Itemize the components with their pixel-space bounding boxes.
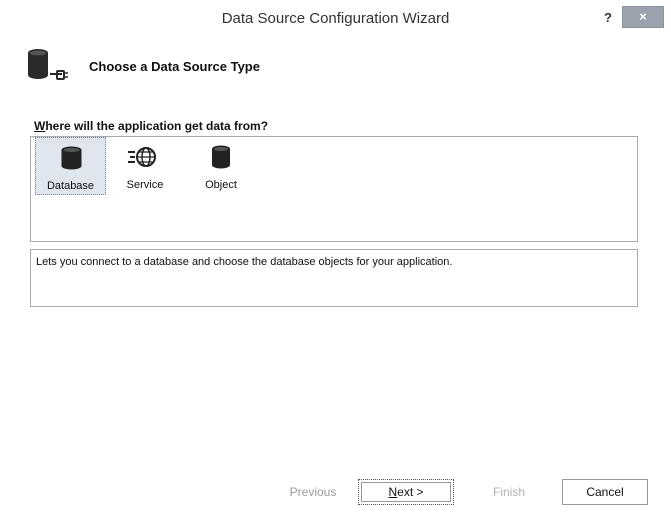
service-globe-icon: [128, 147, 156, 167]
help-button[interactable]: ?: [600, 8, 616, 28]
type-label-service: Service: [126, 179, 164, 191]
type-label-database: Database: [46, 180, 95, 192]
question-mnemonic: W: [34, 119, 46, 133]
database-icon: [61, 146, 82, 170]
next-mnemonic: N: [388, 485, 398, 499]
description-panel: Lets you connect to a database and choos…: [30, 249, 638, 307]
window-title: Data Source Configuration Wizard: [221, 10, 450, 27]
finish-button[interactable]: Finish: [466, 479, 552, 505]
type-label-object: Object: [205, 179, 237, 191]
cancel-button[interactable]: Cancel: [562, 479, 648, 505]
data-source-type-database[interactable]: Database: [35, 137, 106, 195]
object-icon: [212, 145, 230, 169]
page-title: Choose a Data Source Type: [89, 59, 260, 74]
data-source-question: Where will the application get data from…: [34, 119, 268, 133]
next-label: ext >: [397, 485, 424, 499]
title-bar: Data Source Configuration Wizard ? ×: [0, 0, 671, 38]
question-text: here will the application get data from?: [45, 119, 269, 133]
next-button[interactable]: Next >: [358, 479, 454, 505]
data-source-type-object[interactable]: Object: [189, 137, 253, 195]
data-source-type-service[interactable]: Service: [113, 137, 177, 195]
data-source-type-list: Database Service Object: [30, 136, 638, 242]
close-button[interactable]: ×: [622, 6, 664, 28]
description-text: Lets you connect to a database and choos…: [36, 256, 453, 268]
previous-button[interactable]: Previous: [276, 479, 350, 505]
database-plug-icon: [28, 49, 68, 80]
